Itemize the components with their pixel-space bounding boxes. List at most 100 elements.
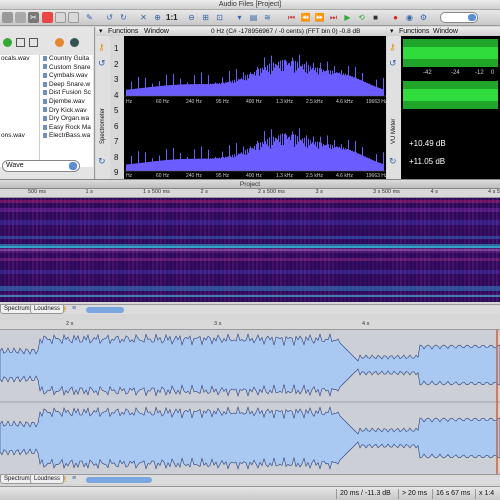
spectrometer-side-tab[interactable]: ⚷ ↺ Spectrometer ↻ bbox=[96, 36, 110, 179]
record-icon[interactable]: ● bbox=[390, 12, 401, 23]
vu-menu-window[interactable]: Window bbox=[433, 27, 458, 36]
key-icon[interactable]: ⚷ bbox=[62, 305, 70, 314]
redo-icon[interactable]: ↻ bbox=[118, 12, 129, 23]
trim-icon[interactable]: ✕ bbox=[138, 12, 149, 23]
zoom-in-icon[interactable]: ⊕ bbox=[152, 12, 163, 23]
redo-icon[interactable]: ↻ bbox=[389, 156, 397, 167]
spectrum-bar bbox=[338, 73, 339, 96]
tune-icon[interactable]: ≡ bbox=[72, 475, 80, 484]
settings-icon[interactable]: ⚙ bbox=[418, 12, 429, 23]
vu-meter-side-tab[interactable]: ⚷ ↺ VU Meter ↻ bbox=[387, 36, 401, 179]
draw-icon[interactable]: ✎ bbox=[84, 12, 95, 23]
file-item[interactable]: Country Guita bbox=[42, 55, 92, 64]
spectrogram-view[interactable] bbox=[0, 198, 500, 302]
horizontal-scrollbar[interactable] bbox=[86, 307, 124, 313]
delete-icon[interactable] bbox=[68, 12, 79, 23]
file-item[interactable]: ons.wav bbox=[0, 132, 39, 141]
tab-spectrum[interactable]: Spectrum bbox=[0, 305, 34, 314]
stop-icon[interactable]: ■ bbox=[370, 12, 381, 23]
file-item[interactable]: Dry Organ.wa bbox=[42, 115, 92, 124]
spectrum-bar bbox=[180, 152, 181, 171]
waveform-view[interactable] bbox=[0, 330, 500, 474]
key-icon[interactable]: ⚷ bbox=[389, 42, 396, 53]
spectrum-bar bbox=[164, 160, 165, 171]
file-item[interactable] bbox=[0, 115, 39, 124]
undo-icon[interactable]: ↺ bbox=[104, 12, 115, 23]
file-item[interactable] bbox=[0, 89, 39, 98]
tab-loudness[interactable]: Loudness bbox=[30, 475, 65, 484]
play-icon[interactable]: ▶ bbox=[342, 12, 353, 23]
file-item[interactable] bbox=[0, 64, 39, 73]
cut-icon[interactable]: ✂ bbox=[28, 12, 39, 23]
file-name: Cymbals.wav bbox=[49, 72, 88, 80]
grid-view-icon[interactable] bbox=[29, 38, 38, 47]
file-item[interactable]: Deep Snare.w bbox=[42, 81, 92, 90]
file-item[interactable]: Custom Snare bbox=[42, 64, 92, 73]
new-icon[interactable] bbox=[2, 12, 13, 23]
spectrum-bar bbox=[253, 148, 254, 171]
spectrum-graph[interactable]: Hz Hz 60 Hz 60 Hz 240 Hz 240 Hz 95 Hz 95 Hz 400 … bbox=[124, 36, 388, 179]
file-item[interactable] bbox=[0, 124, 39, 133]
undo-icon[interactable]: ↺ bbox=[98, 58, 106, 69]
spectrum-bar bbox=[229, 71, 230, 96]
spectrometer-menu-window[interactable]: Window bbox=[144, 27, 169, 36]
file-item[interactable]: Cymbals.wav bbox=[42, 72, 92, 81]
redo-icon[interactable]: ↻ bbox=[98, 156, 106, 167]
horizontal-scrollbar[interactable] bbox=[86, 477, 152, 483]
file-item[interactable]: Djembe.wav bbox=[42, 98, 92, 107]
spectrum-bar bbox=[321, 68, 322, 96]
region-icon[interactable]: ▤ bbox=[248, 12, 259, 23]
tab-loudness[interactable]: Loudness bbox=[30, 305, 65, 314]
spectrum-bar bbox=[190, 84, 191, 96]
file-item[interactable]: ocals.wav bbox=[0, 55, 39, 64]
refresh-icon[interactable] bbox=[55, 38, 64, 47]
file-item[interactable] bbox=[0, 107, 39, 116]
spectrometer-menu-icon[interactable]: ▾ bbox=[99, 27, 103, 36]
file-item[interactable]: ElectrBass.wa bbox=[42, 132, 92, 141]
zoom-label[interactable]: 1:1 bbox=[166, 12, 178, 23]
spectrometer-menu-functions[interactable]: Functions bbox=[108, 27, 138, 36]
undo-icon[interactable]: ↺ bbox=[389, 58, 397, 69]
file-item[interactable] bbox=[0, 98, 39, 107]
key-icon[interactable]: ⚷ bbox=[62, 475, 70, 484]
vu-menu-icon[interactable]: ▾ bbox=[390, 27, 394, 36]
file-icon bbox=[43, 72, 47, 78]
time-ruler-top[interactable]: 500 ms 1 s 1 s 500 ms 2 s 2 s 500 ms 3 s 3 s 5… bbox=[0, 189, 500, 198]
file-item[interactable]: Dry Kick.wav bbox=[42, 107, 92, 116]
spectrum-bar bbox=[320, 136, 321, 171]
paste-icon[interactable] bbox=[55, 12, 66, 23]
monitor-icon[interactable]: ◉ bbox=[404, 12, 415, 23]
file-item[interactable] bbox=[0, 150, 39, 159]
file-item[interactable]: Easy Rock Ma bbox=[42, 124, 92, 133]
vu-scale-label: -12 bbox=[475, 70, 484, 76]
vu-menu-functions[interactable]: Functions bbox=[399, 27, 429, 36]
project-bar[interactable]: Project bbox=[0, 179, 500, 189]
zoom-sel-icon[interactable]: ⊡ bbox=[214, 12, 225, 23]
open-icon[interactable] bbox=[15, 12, 26, 23]
freq-label: 4.6 kHz bbox=[336, 99, 353, 105]
file-item[interactable] bbox=[0, 81, 39, 90]
rewind-icon[interactable]: ⏪ bbox=[300, 12, 311, 23]
zoom-out-icon[interactable]: ⊖ bbox=[186, 12, 197, 23]
list-view-icon[interactable] bbox=[16, 38, 25, 47]
spectrum-bar bbox=[380, 88, 381, 96]
file-item[interactable]: Dist Fusion Sc bbox=[42, 89, 92, 98]
help-icon[interactable] bbox=[70, 38, 79, 47]
file-item[interactable] bbox=[0, 141, 39, 150]
forward-end-icon[interactable]: ⏭ bbox=[328, 12, 339, 23]
forward-icon[interactable]: ⏩ bbox=[314, 12, 325, 23]
format-select[interactable]: Wave bbox=[2, 160, 80, 172]
tune-icon[interactable]: ≡ bbox=[72, 305, 80, 314]
rewind-start-icon[interactable]: ⏮ bbox=[286, 12, 297, 23]
file-item[interactable] bbox=[0, 72, 39, 81]
add-icon[interactable] bbox=[3, 38, 12, 47]
spectrum-bar bbox=[293, 60, 294, 96]
loop-icon[interactable]: ⟲ bbox=[356, 12, 367, 23]
copy-icon[interactable] bbox=[42, 12, 53, 23]
key-icon[interactable]: ⚷ bbox=[98, 42, 105, 53]
normalize-icon[interactable]: ≋ bbox=[262, 12, 273, 23]
marker-icon[interactable]: ▾ bbox=[234, 12, 245, 23]
time-ruler-wave[interactable]: 2 s 3 s 4 s bbox=[0, 320, 500, 330]
zoom-fit-icon[interactable]: ⊞ bbox=[200, 12, 211, 23]
tab-spectrum[interactable]: Spectrum bbox=[0, 475, 34, 484]
